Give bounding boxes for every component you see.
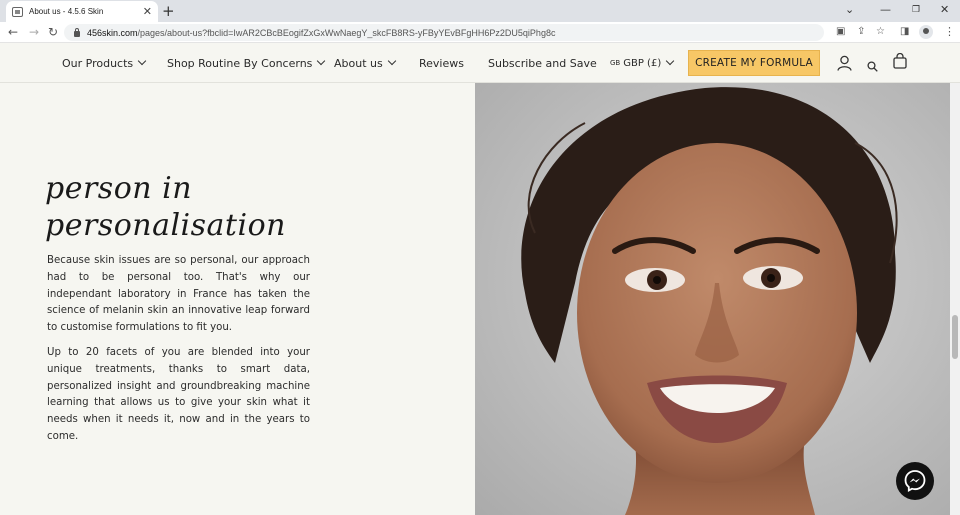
nav-our-products-label: Our Products <box>62 56 134 70</box>
back-icon[interactable]: ← <box>8 24 18 40</box>
reload-icon[interactable]: ↻ <box>48 24 58 40</box>
tab-title: About us - 4.5.6 Skin <box>29 7 104 16</box>
nav-reviews-label: Reviews <box>419 56 464 70</box>
forward-icon[interactable]: → <box>29 24 39 40</box>
chevron-down-icon <box>387 56 396 66</box>
paragraph-1: Because skin issues are so personal, our… <box>47 255 310 334</box>
address-bar-row: ← → ↻ 456skin.com/pages/about-us?fbclid=… <box>0 22 960 43</box>
translate-icon[interactable]: ▣ <box>836 25 845 39</box>
section-heading: person in personalisation <box>45 170 286 244</box>
chevron-down-icon <box>665 56 675 66</box>
nav-our-products[interactable]: Our Products <box>62 43 147 83</box>
url-host: 456skin.com <box>87 27 138 38</box>
create-formula-button[interactable]: CREATE MY FORMULA <box>688 50 820 76</box>
nav-reviews[interactable]: Reviews <box>419 43 464 83</box>
chevron-down-icon[interactable]: ⌄ <box>845 3 854 17</box>
nav-about-us[interactable]: About us <box>334 43 396 83</box>
messenger-icon <box>904 470 926 493</box>
portrait-photo <box>475 83 950 515</box>
nav-shop-routine-label: Shop Routine By Concerns <box>167 56 313 70</box>
scrollbar-thumb[interactable] <box>952 315 958 359</box>
chevron-down-icon <box>137 56 147 66</box>
menu-dots-icon[interactable]: ⋮ <box>944 25 955 39</box>
user-icon[interactable] <box>837 55 852 75</box>
side-panel-icon[interactable]: ◨ <box>900 25 909 39</box>
minimize-icon[interactable]: — <box>880 3 891 17</box>
currency-flag: GB <box>610 59 621 67</box>
bag-icon[interactable] <box>893 52 907 73</box>
browser-tab[interactable]: About us - 4.5.6 Skin ✕ <box>6 1 158 22</box>
favicon-icon <box>12 6 23 17</box>
bookmark-star-icon[interactable]: ☆ <box>876 25 885 39</box>
currency-label: GBP (£) <box>623 57 662 69</box>
browser-tab-bar: About us - 4.5.6 Skin ✕ + ⌄ — ❐ ✕ <box>0 0 960 22</box>
heading-line-2: personalisation <box>45 208 286 243</box>
site-header: Our Products Shop Routine By Concerns Ab… <box>0 43 960 83</box>
page-scrollbar[interactable] <box>950 83 960 515</box>
chevron-down-icon <box>317 56 326 66</box>
nav-about-us-label: About us <box>334 56 383 70</box>
messenger-chat-button[interactable] <box>896 462 934 500</box>
close-tab-icon[interactable]: ✕ <box>143 6 152 17</box>
nav-subscribe-label: Subscribe and Save <box>488 56 597 70</box>
nav-subscribe[interactable]: Subscribe and Save <box>488 43 597 83</box>
profile-avatar-icon[interactable] <box>919 25 933 39</box>
paragraph-2: Up to 20 facets of you are blended into … <box>47 347 310 442</box>
close-window-icon[interactable]: ✕ <box>940 3 949 17</box>
new-tab-icon[interactable]: + <box>162 2 175 20</box>
search-icon[interactable] <box>867 57 878 76</box>
share-icon[interactable]: ⇪ <box>857 25 865 39</box>
url-field[interactable]: 456skin.com/pages/about-us?fbclid=IwAR2C… <box>64 24 824 41</box>
restore-icon[interactable]: ❐ <box>912 3 920 17</box>
currency-selector[interactable]: GB GBP (£) <box>610 43 675 83</box>
nav-shop-routine[interactable]: Shop Routine By Concerns <box>167 43 326 83</box>
heading-line-1: person in <box>45 171 193 206</box>
lock-icon <box>74 27 80 37</box>
url-path: /pages/about-us?fbclid=IwAR2CBcBEogifZxG… <box>137 27 556 38</box>
